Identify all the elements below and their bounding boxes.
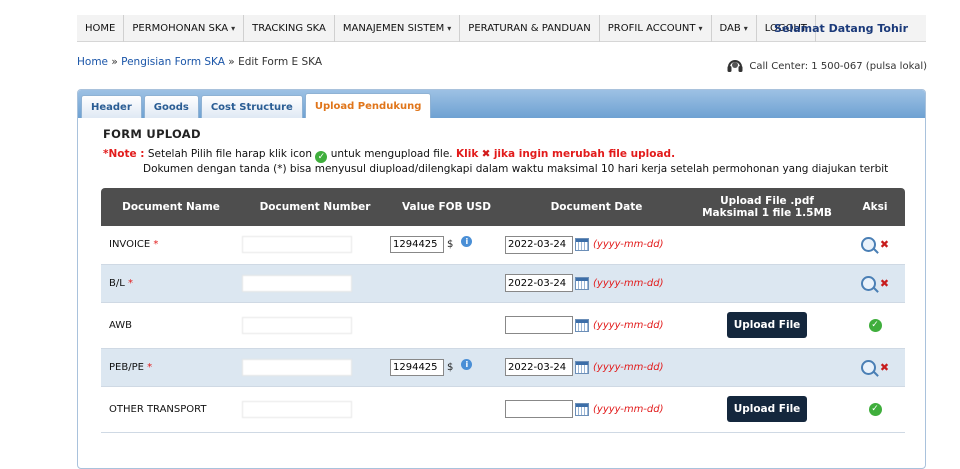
date-input[interactable]: [505, 316, 573, 334]
doc-name: AWB: [109, 319, 133, 331]
breadcrumb: Home » Pengisian Form SKA » Edit Form E …: [77, 56, 322, 68]
info-icon[interactable]: i: [461, 358, 473, 370]
upload-file-button[interactable]: Upload File: [726, 396, 808, 422]
fob-input[interactable]: [390, 358, 444, 376]
info-icon[interactable]: i: [461, 236, 473, 248]
check-icon[interactable]: ✓: [868, 318, 882, 332]
col-document-name: Document Name: [101, 188, 241, 226]
dropdown-arrow-icon: ▾: [231, 23, 236, 33]
menu-profil-account[interactable]: PROFIL ACCOUNT ▾: [600, 14, 712, 42]
menu-permohonan-ska[interactable]: PERMOHONAN SKA ▾: [124, 14, 245, 42]
table-row: INVOICE * $i (yyyy-mm-dd) ✖: [101, 226, 905, 264]
document-number-field[interactable]: [242, 274, 352, 292]
view-icon[interactable]: [860, 237, 876, 253]
date-input[interactable]: [505, 274, 573, 292]
doc-name: INVOICE *: [109, 239, 159, 251]
col-document-number: Document Number: [241, 188, 389, 226]
breadcrumb-home[interactable]: Home: [77, 56, 108, 68]
breadcrumb-form[interactable]: Pengisian Form SKA: [121, 56, 225, 68]
tab-upload-pendukung[interactable]: Upload Pendukung: [304, 93, 432, 118]
check-icon[interactable]: ✓: [868, 402, 882, 416]
doc-name: B/L *: [109, 277, 133, 289]
document-number-field[interactable]: [242, 316, 352, 334]
doc-name: OTHER TRANSPORT: [109, 403, 207, 415]
tab-cost-structure[interactable]: Cost Structure: [200, 95, 303, 118]
breadcrumb-current: Edit Form E SKA: [238, 56, 323, 68]
date-input[interactable]: [505, 235, 573, 254]
table-row: PEB/PE * $i (yyyy-mm-dd) ✖: [101, 348, 905, 386]
fob-input[interactable]: [390, 236, 444, 254]
upload-table-wrap: Document Name Document Number Value FOB …: [101, 188, 905, 433]
col-aksi: Aksi: [845, 188, 905, 226]
table-row: AWB (yyyy-mm-dd) Upload File ✓: [101, 302, 905, 348]
delete-icon[interactable]: ✖: [880, 277, 889, 290]
view-icon[interactable]: [860, 275, 876, 291]
note: *Note : Setelah Pilih file harap klik ic…: [103, 148, 889, 175]
delete-icon[interactable]: ✖: [880, 361, 889, 374]
menu-tracking-ska[interactable]: TRACKING SKA: [244, 14, 335, 42]
tab-goods[interactable]: Goods: [143, 95, 199, 118]
tab-bar: Header Goods Cost Structure Upload Pendu…: [78, 90, 925, 118]
menu-dab[interactable]: DAB ▾: [712, 14, 757, 42]
close-icon: ✖: [481, 148, 491, 160]
tab-header[interactable]: Header: [81, 95, 142, 118]
menu-peraturan-panduan[interactable]: PERATURAN & PANDUAN: [460, 14, 600, 42]
document-number-field[interactable]: [242, 236, 352, 254]
calendar-icon[interactable]: [575, 238, 589, 252]
date-input[interactable]: [505, 358, 573, 376]
welcome-text: Selamat Datang Tohir: [774, 22, 908, 35]
menu-home[interactable]: HOME: [77, 14, 125, 42]
menu-manajemen-sistem[interactable]: MANAJEMEN SISTEM ▾: [335, 14, 461, 42]
calendar-icon[interactable]: [575, 360, 589, 374]
upload-file-button[interactable]: Upload File: [726, 312, 808, 338]
view-icon[interactable]: [860, 359, 876, 375]
dropdown-arrow-icon: ▾: [447, 23, 452, 33]
document-number-field[interactable]: [242, 400, 352, 418]
dropdown-arrow-icon: ▾: [743, 23, 748, 33]
date-input[interactable]: [505, 400, 573, 418]
breadcrumb-sep: »: [228, 56, 235, 68]
check-icon: ✓: [315, 151, 328, 163]
table-row: B/L * (yyyy-mm-dd) ✖: [101, 264, 905, 302]
call-center: Call Center: 1 500-067 (pulsa lokal): [725, 56, 927, 76]
calendar-icon[interactable]: [575, 402, 589, 416]
calendar-icon[interactable]: [575, 276, 589, 290]
breadcrumb-sep: »: [111, 56, 118, 68]
col-upload-file: Upload File .pdf Maksimal 1 file 1.5MB: [689, 188, 845, 226]
top-strip: [77, 0, 377, 14]
col-value-fob: Value FOB USD: [389, 188, 504, 226]
table-row: OTHER TRANSPORT (yyyy-mm-dd) Upload File…: [101, 386, 905, 432]
calendar-icon[interactable]: [575, 318, 589, 332]
form-panel: Header Goods Cost Structure Upload Pendu…: [77, 89, 926, 469]
upload-table: Document Name Document Number Value FOB …: [101, 188, 905, 433]
document-number-field[interactable]: [242, 358, 352, 376]
doc-name: PEB/PE *: [109, 361, 153, 373]
col-document-date: Document Date: [504, 188, 689, 226]
headset-icon: [727, 60, 743, 72]
form-title: FORM UPLOAD: [103, 127, 201, 141]
delete-icon[interactable]: ✖: [880, 238, 889, 251]
dropdown-arrow-icon: ▾: [698, 23, 703, 33]
